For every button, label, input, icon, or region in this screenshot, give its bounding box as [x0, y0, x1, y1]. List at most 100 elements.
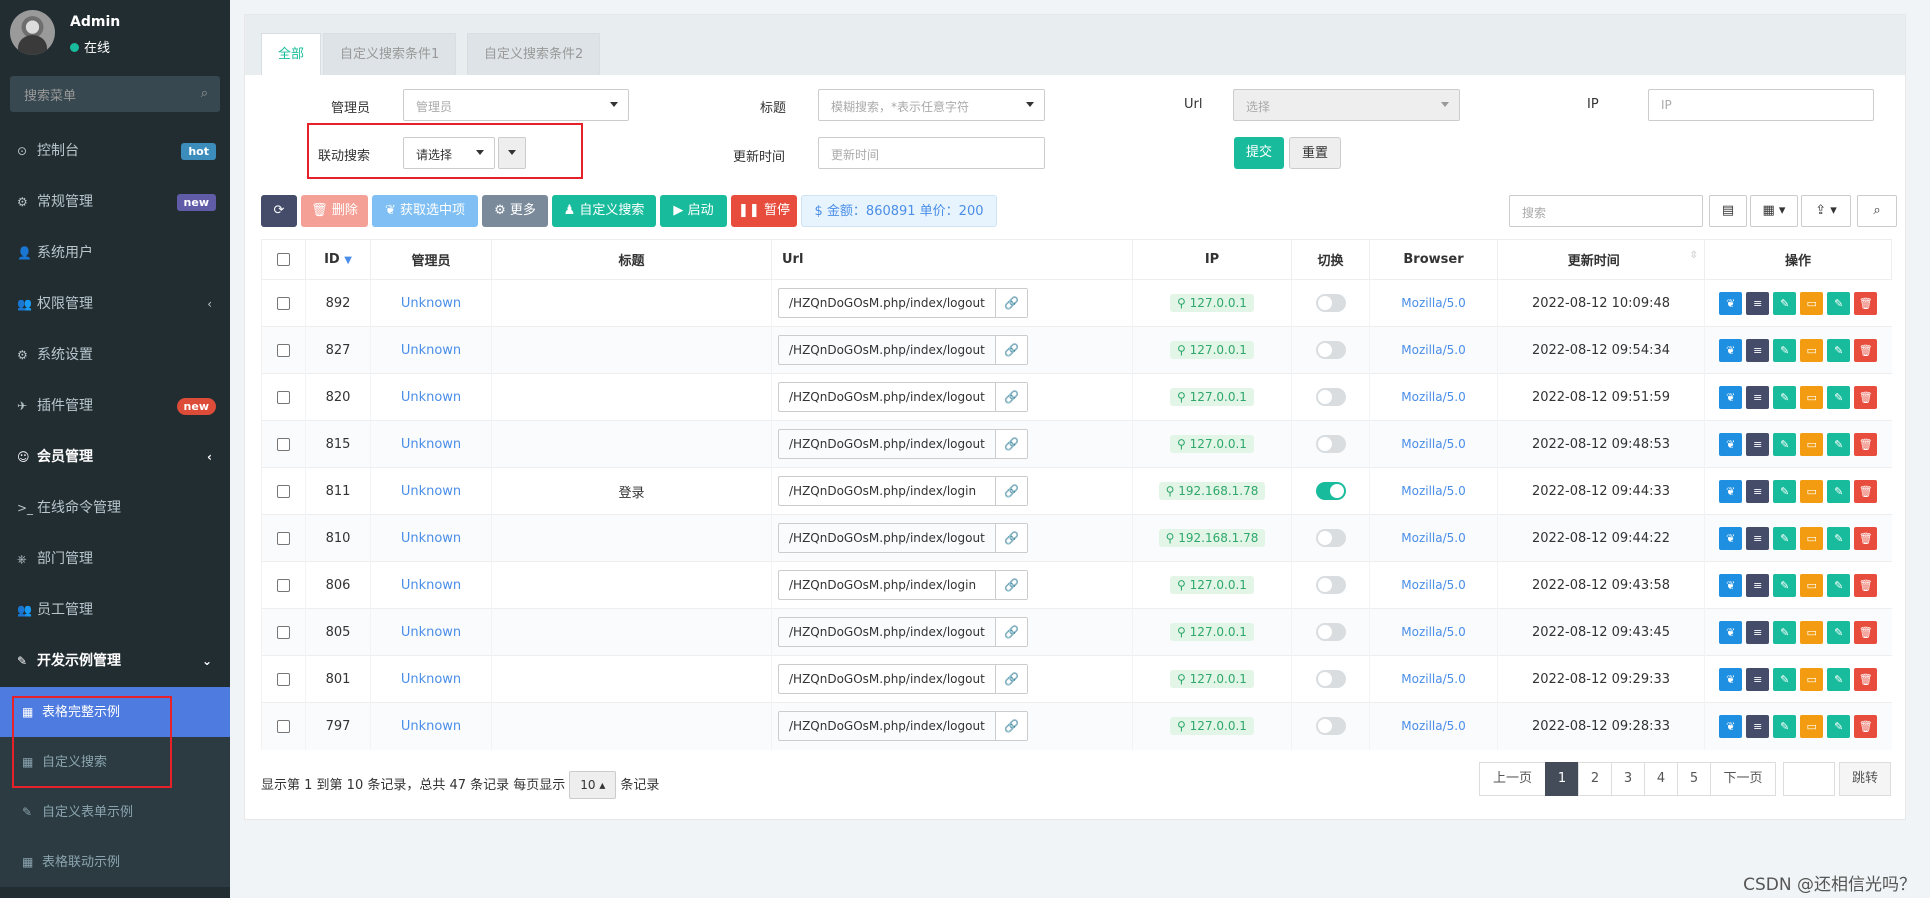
admin-link[interactable]: Unknown [401, 578, 461, 593]
ip-badge[interactable]: ⚲ 192.168.1.78 [1158, 482, 1266, 500]
jump-page-input[interactable] [1783, 762, 1835, 796]
sidebar-item-9[interactable]: ⎈ 部门管理 [0, 534, 230, 585]
sidebar-item-1[interactable]: ⊙ 控制台 hot [0, 126, 230, 177]
delete-row-button[interactable]: 🗑 [1854, 432, 1878, 456]
folder-button[interactable]: ▭ [1800, 385, 1824, 409]
detail-button[interactable]: ❦ [1719, 385, 1743, 409]
folder-button[interactable]: ▭ [1800, 432, 1824, 456]
sidebar-item-4[interactable]: 👥 权限管理 ‹ [0, 279, 230, 330]
delete-row-button[interactable]: 🗑 [1854, 620, 1878, 644]
table-row[interactable]: 801 Unknown/HZQnDoGOsM.php/index/logout 🔗 ⚲… [261, 655, 1892, 703]
table-row[interactable]: 805 Unknown/HZQnDoGOsM.php/index/logout 🔗 ⚲… [261, 608, 1892, 656]
browser-link[interactable]: Mozilla/5.0 [1401, 625, 1465, 639]
edit-button[interactable]: ✎ [1773, 714, 1797, 738]
ip-badge[interactable]: ⚲ 192.168.1.78 [1158, 529, 1266, 547]
ip-badge[interactable]: ⚲ 127.0.0.1 [1170, 341, 1254, 359]
row-checkbox[interactable] [277, 625, 290, 639]
list-button[interactable]: ≡ [1746, 620, 1770, 644]
list-button[interactable]: ≡ [1746, 338, 1770, 362]
page-5-button[interactable]: 5 [1677, 762, 1711, 796]
table-row[interactable]: 806 Unknown/HZQnDoGOsM.php/index/login 🔗 ⚲ … [261, 561, 1892, 609]
url-field[interactable]: /HZQnDoGOsM.php/index/logout 🔗 [778, 429, 1028, 459]
modify-button[interactable]: ✎ [1827, 526, 1851, 550]
admin-link[interactable]: Unknown [401, 531, 461, 546]
header-update-time[interactable]: 更新时间 ⇳ [1497, 239, 1705, 280]
row-checkbox[interactable] [277, 578, 290, 592]
toggle-switch[interactable] [1315, 294, 1346, 312]
sidebar-item-10[interactable]: 👥 员工管理 [0, 585, 230, 636]
table-row[interactable]: 827 Unknown/HZQnDoGOsM.php/index/logout 🔗 ⚲… [261, 326, 1892, 374]
delete-row-button[interactable]: 🗑 [1854, 714, 1878, 738]
list-button[interactable]: ≡ [1746, 573, 1770, 597]
submenu-item-4[interactable]: ▦ 表格联动示例 [0, 837, 230, 887]
row-checkbox[interactable] [277, 672, 290, 686]
url-field[interactable]: /HZQnDoGOsM.php/index/login 🔗 [778, 476, 1028, 506]
header-id[interactable]: ID ▼ [305, 239, 371, 280]
edit-button[interactable]: ✎ [1773, 291, 1797, 315]
page-4-button[interactable]: 4 [1644, 762, 1678, 796]
submenu-item-3[interactable]: ✎ 自定义表单示例 [0, 787, 230, 837]
more-button[interactable]: ⚙ 更多 [482, 195, 548, 227]
toggle-switch[interactable] [1315, 576, 1346, 594]
link-icon[interactable]: 🔗 [995, 336, 1027, 364]
admin-link[interactable]: Unknown [401, 719, 461, 734]
sidebar-item-11[interactable]: ✎ 开发示例管理 ⌄ [0, 636, 230, 687]
ip-filter-input[interactable]: IP [1648, 89, 1874, 121]
link-icon[interactable]: 🔗 [995, 383, 1027, 411]
toggle-view-button[interactable]: ▤ [1709, 195, 1747, 227]
url-field[interactable]: /HZQnDoGOsM.php/index/logout 🔗 [778, 664, 1028, 694]
jump-button[interactable]: 跳转 [1839, 762, 1891, 796]
link-icon[interactable]: 🔗 [995, 477, 1027, 505]
admin-link[interactable]: Unknown [401, 296, 461, 311]
detail-button[interactable]: ❦ [1719, 573, 1743, 597]
list-button[interactable]: ≡ [1746, 667, 1770, 691]
url-field[interactable]: /HZQnDoGOsM.php/index/logout 🔗 [778, 382, 1028, 412]
refresh-button[interactable]: ⟳ [261, 195, 297, 227]
sidebar-item-7[interactable]: ☺ 会员管理 ‹ [0, 432, 230, 483]
edit-button[interactable]: ✎ [1773, 432, 1797, 456]
page-size-select[interactable]: 10 ▴ [569, 771, 617, 799]
sidebar-item-8[interactable]: >_ 在线命令管理 [0, 483, 230, 534]
delete-row-button[interactable]: 🗑 [1854, 385, 1878, 409]
folder-button[interactable]: ▭ [1800, 667, 1824, 691]
folder-button[interactable]: ▭ [1800, 479, 1824, 503]
ip-badge[interactable]: ⚲ 127.0.0.1 [1170, 623, 1254, 641]
ip-badge[interactable]: ⚲ 127.0.0.1 [1170, 388, 1254, 406]
detail-button[interactable]: ❦ [1719, 620, 1743, 644]
toggle-switch[interactable] [1315, 435, 1346, 453]
list-button[interactable]: ≡ [1746, 714, 1770, 738]
url-field[interactable]: /HZQnDoGOsM.php/index/logout 🔗 [778, 711, 1028, 742]
chevron-icon[interactable]: ‹ [207, 279, 212, 330]
detail-button[interactable]: ❦ [1719, 667, 1743, 691]
linked-search-dropdown-toggle[interactable] [498, 137, 526, 169]
detail-button[interactable]: ❦ [1719, 432, 1743, 456]
folder-button[interactable]: ▭ [1800, 714, 1824, 738]
toggle-switch[interactable] [1315, 482, 1346, 500]
row-checkbox[interactable] [277, 484, 290, 498]
sidebar-item-6[interactable]: ✈ 插件管理 new [0, 381, 230, 432]
start-button[interactable]: ▶ 启动 [660, 195, 727, 227]
toggle-switch[interactable] [1315, 341, 1346, 359]
toggle-switch[interactable] [1315, 623, 1346, 641]
next-page-button[interactable]: 下一页 [1710, 762, 1776, 796]
modify-button[interactable]: ✎ [1827, 573, 1851, 597]
browser-link[interactable]: Mozilla/5.0 [1401, 531, 1465, 545]
modify-button[interactable]: ✎ [1827, 432, 1851, 456]
toggle-switch[interactable] [1315, 529, 1346, 547]
link-icon[interactable]: 🔗 [995, 289, 1027, 317]
modify-button[interactable]: ✎ [1827, 338, 1851, 362]
row-checkbox[interactable] [277, 719, 290, 733]
edit-button[interactable]: ✎ [1773, 667, 1797, 691]
toggle-switch[interactable] [1315, 388, 1346, 406]
folder-button[interactable]: ▭ [1800, 338, 1824, 362]
table-row[interactable]: 892 Unknown/HZQnDoGOsM.php/index/logout 🔗 ⚲… [261, 279, 1892, 327]
list-button[interactable]: ≡ [1746, 526, 1770, 550]
delete-row-button[interactable]: 🗑 [1854, 338, 1878, 362]
url-field[interactable]: /HZQnDoGOsM.php/index/logout 🔗 [778, 523, 1028, 553]
edit-button[interactable]: ✎ [1773, 385, 1797, 409]
table-row[interactable]: 811 Unknown 登录/HZQnDoGOsM.php/index/login 🔗… [261, 467, 1892, 515]
export-button[interactable]: ⇪ ▾ [1801, 195, 1851, 227]
page-1-button[interactable]: 1 [1545, 762, 1579, 796]
tab-custom-search-1[interactable]: 自定义搜索条件1 [323, 33, 457, 75]
table-row[interactable]: 815 Unknown/HZQnDoGOsM.php/index/logout 🔗 ⚲… [261, 420, 1892, 468]
